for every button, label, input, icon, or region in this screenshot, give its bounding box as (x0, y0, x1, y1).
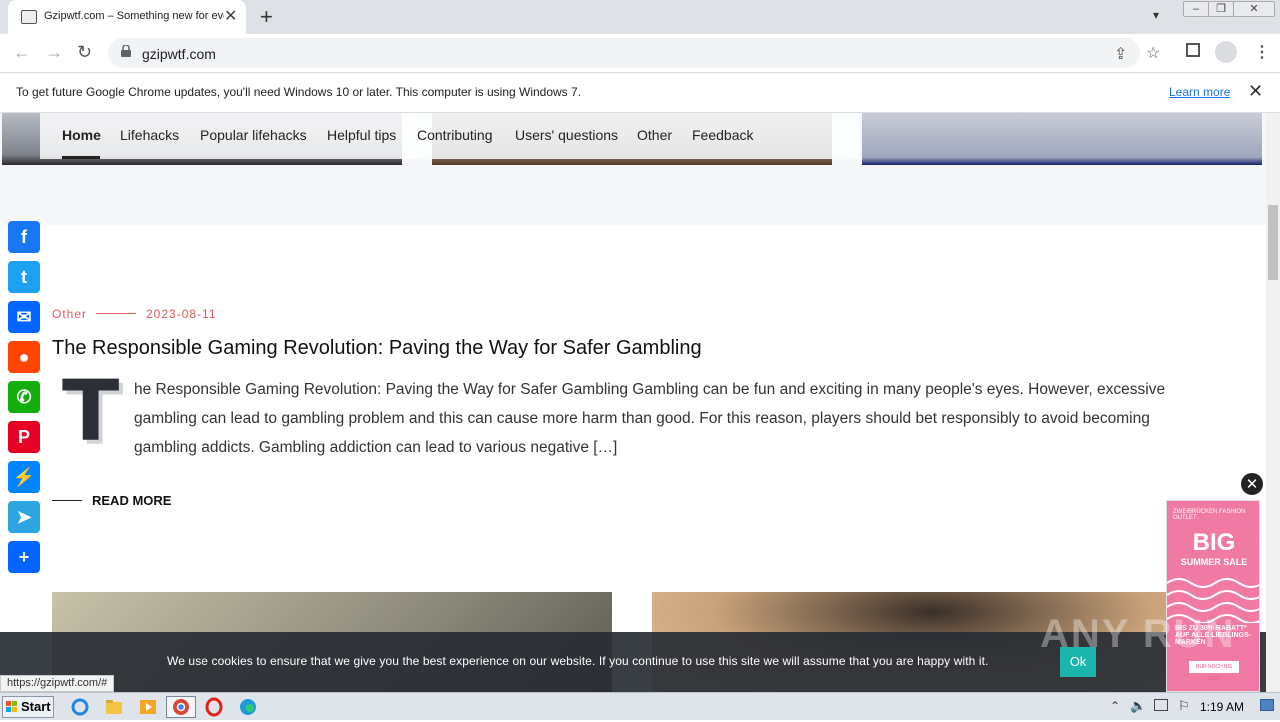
cookie-message: We use cookies to ensure that we give yo… (167, 654, 989, 668)
back-icon[interactable]: ← (13, 42, 31, 63)
nav-item-helpful-tips[interactable]: Helpful tips (327, 127, 396, 143)
network-icon[interactable] (1154, 699, 1168, 711)
article-excerpt: he Responsible Gaming Revolution: Paving… (134, 381, 1166, 456)
twitter-share-icon[interactable]: t (8, 261, 40, 293)
minimize-window-icon[interactable]: – (1183, 1, 1209, 17)
telegram-share-icon[interactable]: ➤ (8, 501, 40, 533)
page-scrollbar[interactable] (1266, 113, 1280, 692)
side-panel-icon[interactable] (1186, 43, 1200, 57)
show-desktop-icon[interactable] (1260, 699, 1274, 711)
ad-brand: ZWEIBRÜCKEN FASHION OUTLET (1173, 509, 1246, 521)
facebook-share-icon[interactable]: f (8, 221, 40, 253)
system-clock[interactable]: 1:19 AM (1200, 700, 1244, 714)
share-share-icon[interactable]: + (8, 541, 40, 573)
read-more-link[interactable]: READ MORE (92, 493, 171, 508)
bookmark-star-icon[interactable]: ☆ (1146, 43, 1160, 63)
infobar-message: To get future Google Chrome updates, you… (16, 85, 582, 99)
ad-close-icon[interactable]: ✕ (1240, 472, 1264, 496)
infobar-close-icon[interactable]: ✕ (1248, 81, 1263, 102)
start-label: Start (21, 699, 51, 714)
status-bar-url: https://gzipwtf.com/# (0, 675, 115, 692)
internet-explorer-icon[interactable] (70, 697, 92, 717)
edge-icon[interactable] (238, 697, 260, 717)
anyrun-watermark: ANY RUN (1040, 612, 1236, 656)
start-button[interactable]: Start (2, 696, 54, 718)
windows-taskbar: Start ⌃ 🔈 ⚐ 1:19 AM (0, 692, 1280, 720)
ad-cta[interactable]: NUR NOCH BIS 30.07. (1189, 661, 1239, 682)
nav-item-users-questions[interactable]: Users' questions (515, 127, 618, 143)
scrollbar-thumb[interactable] (1268, 205, 1278, 280)
learn-more-link[interactable]: Learn more (1169, 85, 1230, 99)
close-window-icon[interactable]: ✕ (1233, 1, 1275, 17)
action-center-flag-icon[interactable]: ⚐ (1178, 698, 1190, 714)
browser-toolbar: ← → ↻ gzipwtf.com ⇪ ☆ ⋮ (0, 34, 1280, 72)
main-navigation: Home Lifehacks Popular lifehacks Helpful… (40, 113, 860, 159)
windows-logo-icon (6, 701, 17, 712)
article-category[interactable]: Other (52, 307, 87, 321)
browser-tab[interactable]: Gzipwtf.com – Something new for every da… (8, 0, 246, 34)
summer-sale-ad[interactable]: ZWEIBRÜCKEN FASHION OUTLET BIG SUMMER SA… (1166, 500, 1260, 692)
chrome-taskbar-icon[interactable] (166, 696, 196, 718)
volume-icon[interactable]: 🔈 (1130, 698, 1146, 714)
nav-item-home[interactable]: Home (62, 127, 101, 143)
nav-item-other[interactable]: Other (637, 127, 672, 143)
read-more-line (52, 500, 82, 501)
new-tab-icon[interactable]: + (260, 4, 273, 30)
site-favicon-icon (21, 10, 37, 24)
messenger-share-icon[interactable]: ⚡ (8, 461, 40, 493)
nav-item-feedback[interactable]: Feedback (692, 127, 753, 143)
reddit-share-icon[interactable]: ● (8, 341, 40, 373)
forward-icon[interactable]: → (45, 42, 63, 63)
tray-expand-icon[interactable]: ⌃ (1110, 699, 1120, 713)
ad-headline: BIG (1192, 529, 1236, 556)
article-dropcap: T (62, 362, 120, 460)
ad-subheadline: SUMMER SALE (1180, 557, 1248, 567)
nav-item-lifehacks[interactable]: Lifehacks (120, 127, 179, 143)
tab-title: Gzipwtf.com – Something new for every da… (44, 10, 224, 22)
email-share-icon[interactable]: ✉ (8, 301, 40, 333)
tab-search-chevron-icon[interactable]: ▾ (1153, 8, 1159, 22)
tab-close-icon[interactable]: ✕ (224, 6, 237, 26)
page-viewport: Home Lifehacks Popular lifehacks Helpful… (0, 113, 1266, 692)
article-date[interactable]: 2023-08-11 (146, 307, 217, 321)
address-bar[interactable]: gzipwtf.com ⇪ ☆ (108, 38, 1160, 68)
active-nav-indicator (62, 156, 100, 159)
hero-image-3 (862, 113, 1262, 165)
whatsapp-share-icon[interactable]: ✆ (8, 381, 40, 413)
pinterest-share-icon[interactable]: P (8, 421, 40, 453)
media-player-icon[interactable] (138, 697, 160, 717)
opera-icon[interactable] (204, 697, 226, 717)
nav-item-contributing[interactable]: Contributing (417, 127, 493, 143)
tab-strip: Gzipwtf.com – Something new for every da… (0, 0, 1280, 34)
meta-divider (96, 313, 136, 314)
share-page-icon[interactable]: ⇪ (1114, 44, 1127, 64)
chrome-update-infobar: To get future Google Chrome updates, you… (0, 72, 1280, 113)
url-text: gzipwtf.com (142, 46, 216, 62)
file-explorer-icon[interactable] (104, 697, 126, 717)
restore-window-icon[interactable]: ❐ (1208, 1, 1234, 17)
reload-icon[interactable]: ↻ (77, 42, 92, 63)
menu-kebab-icon[interactable]: ⋮ (1254, 42, 1270, 62)
lock-icon (121, 45, 131, 57)
nav-item-popular-lifehacks[interactable]: Popular lifehacks (200, 127, 307, 143)
article-title[interactable]: The Responsible Gaming Revolution: Pavin… (52, 337, 702, 360)
profile-avatar-icon[interactable] (1215, 41, 1237, 63)
